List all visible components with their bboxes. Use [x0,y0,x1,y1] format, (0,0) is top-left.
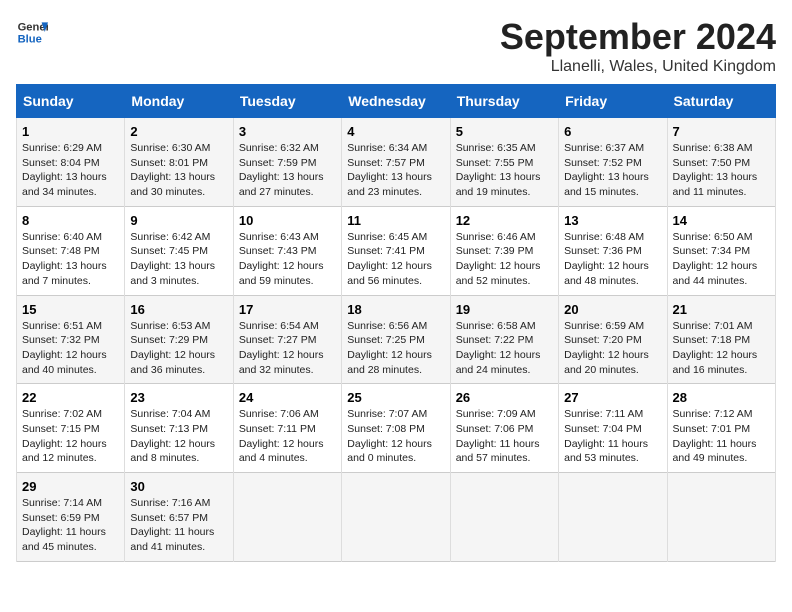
table-row: 20 Sunrise: 6:59 AMSunset: 7:20 PMDaylig… [559,295,667,384]
table-row: 8 Sunrise: 6:40 AMSunset: 7:48 PMDayligh… [17,206,125,295]
col-wednesday: Wednesday [342,85,450,118]
table-row: 1 Sunrise: 6:29 AMSunset: 8:04 PMDayligh… [17,118,125,207]
table-row: 6 Sunrise: 6:37 AMSunset: 7:52 PMDayligh… [559,118,667,207]
header-row: Sunday Monday Tuesday Wednesday Thursday… [17,85,776,118]
empty-cell [233,473,341,562]
table-row: 2 Sunrise: 6:30 AMSunset: 8:01 PMDayligh… [125,118,233,207]
table-row: 19 Sunrise: 6:58 AMSunset: 7:22 PMDaylig… [450,295,558,384]
empty-cell [342,473,450,562]
table-row: 13 Sunrise: 6:48 AMSunset: 7:36 PMDaylig… [559,206,667,295]
logo: General Blue [16,16,48,48]
table-row: 10 Sunrise: 6:43 AMSunset: 7:43 PMDaylig… [233,206,341,295]
table-row: 23 Sunrise: 7:04 AMSunset: 7:13 PMDaylig… [125,384,233,473]
table-row: 21 Sunrise: 7:01 AMSunset: 7:18 PMDaylig… [667,295,775,384]
svg-text:Blue: Blue [18,33,42,45]
table-row: 14 Sunrise: 6:50 AMSunset: 7:34 PMDaylig… [667,206,775,295]
col-saturday: Saturday [667,85,775,118]
table-row: 7 Sunrise: 6:38 AMSunset: 7:50 PMDayligh… [667,118,775,207]
col-sunday: Sunday [17,85,125,118]
calendar-week-row: 1 Sunrise: 6:29 AMSunset: 8:04 PMDayligh… [17,118,776,207]
table-row: 4 Sunrise: 6:34 AMSunset: 7:57 PMDayligh… [342,118,450,207]
calendar-week-row: 15 Sunrise: 6:51 AMSunset: 7:32 PMDaylig… [17,295,776,384]
table-row: 30 Sunrise: 7:16 AMSunset: 6:57 PMDaylig… [125,473,233,562]
table-row: 15 Sunrise: 6:51 AMSunset: 7:32 PMDaylig… [17,295,125,384]
table-row: 29 Sunrise: 7:14 AMSunset: 6:59 PMDaylig… [17,473,125,562]
table-row: 5 Sunrise: 6:35 AMSunset: 7:55 PMDayligh… [450,118,558,207]
table-row: 27 Sunrise: 7:11 AMSunset: 7:04 PMDaylig… [559,384,667,473]
calendar-table: Sunday Monday Tuesday Wednesday Thursday… [16,84,776,562]
empty-cell [559,473,667,562]
table-row: 3 Sunrise: 6:32 AMSunset: 7:59 PMDayligh… [233,118,341,207]
table-row: 24 Sunrise: 7:06 AMSunset: 7:11 PMDaylig… [233,384,341,473]
table-row: 25 Sunrise: 7:07 AMSunset: 7:08 PMDaylig… [342,384,450,473]
table-row: 17 Sunrise: 6:54 AMSunset: 7:27 PMDaylig… [233,295,341,384]
table-row: 9 Sunrise: 6:42 AMSunset: 7:45 PMDayligh… [125,206,233,295]
table-row: 16 Sunrise: 6:53 AMSunset: 7:29 PMDaylig… [125,295,233,384]
table-row: 28 Sunrise: 7:12 AMSunset: 7:01 PMDaylig… [667,384,775,473]
title-section: September 2024 Llanelli, Wales, United K… [500,16,776,76]
calendar-week-row: 22 Sunrise: 7:02 AMSunset: 7:15 PMDaylig… [17,384,776,473]
table-row: 26 Sunrise: 7:09 AMSunset: 7:06 PMDaylig… [450,384,558,473]
table-row: 18 Sunrise: 6:56 AMSunset: 7:25 PMDaylig… [342,295,450,384]
table-row: 12 Sunrise: 6:46 AMSunset: 7:39 PMDaylig… [450,206,558,295]
col-thursday: Thursday [450,85,558,118]
table-row: 11 Sunrise: 6:45 AMSunset: 7:41 PMDaylig… [342,206,450,295]
logo-icon: General Blue [16,16,48,48]
month-title: September 2024 [500,16,776,58]
col-tuesday: Tuesday [233,85,341,118]
page-header: General Blue September 2024 Llanelli, Wa… [16,16,776,76]
location: Llanelli, Wales, United Kingdom [500,58,776,76]
col-monday: Monday [125,85,233,118]
calendar-week-row: 29 Sunrise: 7:14 AMSunset: 6:59 PMDaylig… [17,473,776,562]
col-friday: Friday [559,85,667,118]
table-row: 22 Sunrise: 7:02 AMSunset: 7:15 PMDaylig… [17,384,125,473]
calendar-week-row: 8 Sunrise: 6:40 AMSunset: 7:48 PMDayligh… [17,206,776,295]
empty-cell [667,473,775,562]
empty-cell [450,473,558,562]
